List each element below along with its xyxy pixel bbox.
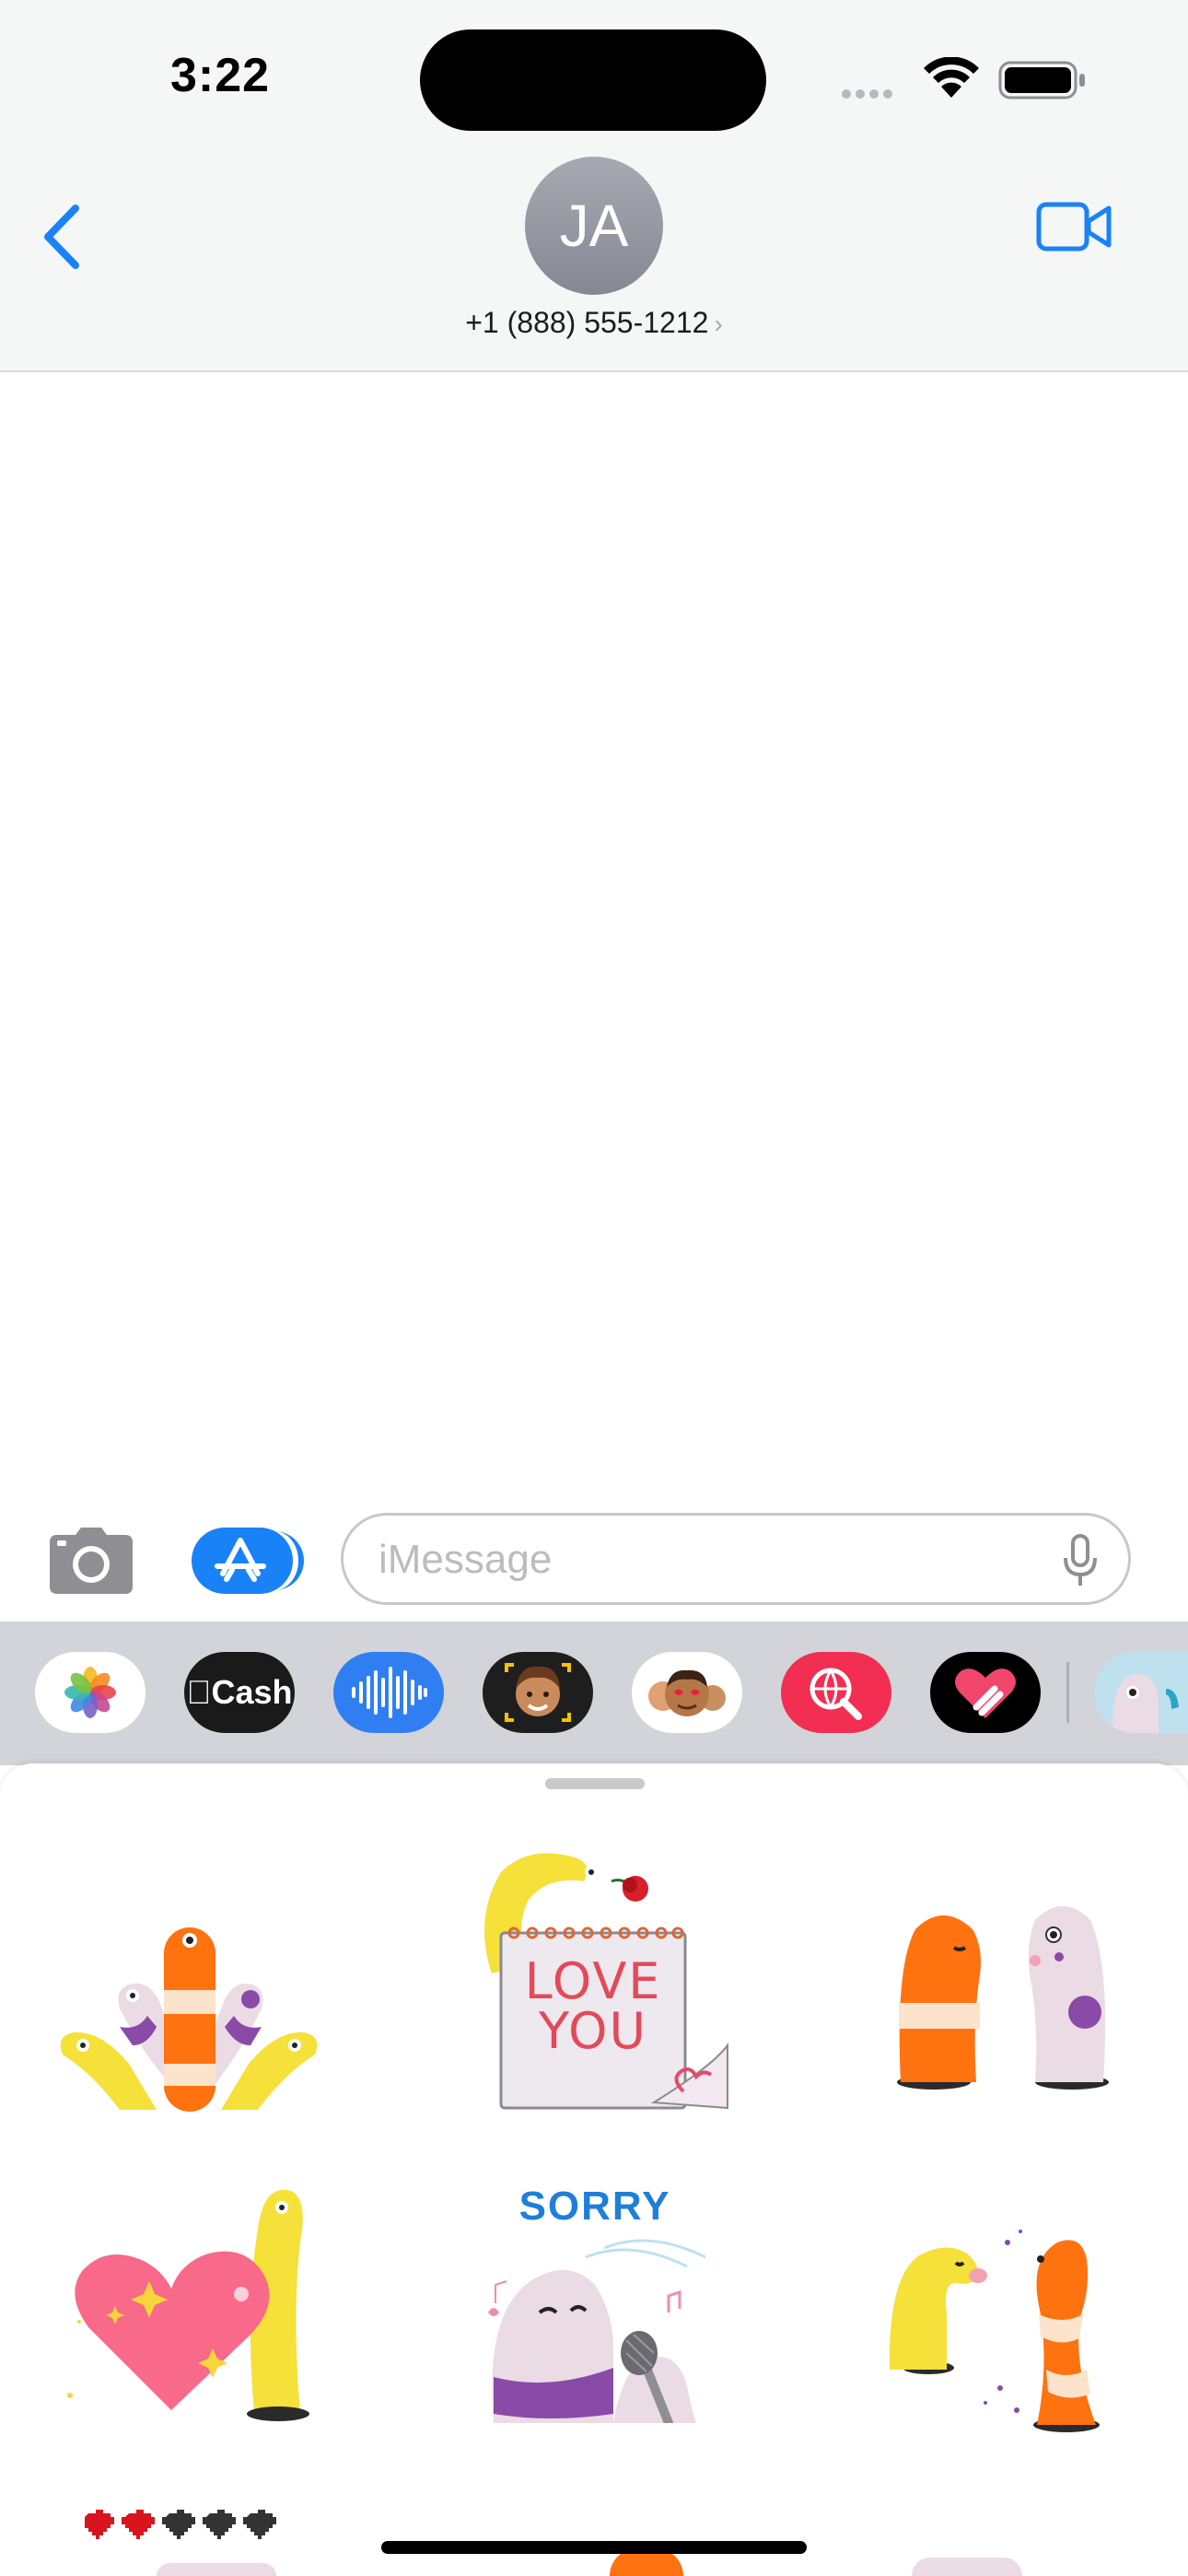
sticker-heart-eel[interactable] [61,2174,328,2423]
sticker-love-you[interactable]: LOVE YOU [473,1844,731,2112]
memoji-icon [505,1663,571,1722]
sticker-eels-blowing-kiss[interactable] [882,2222,1122,2434]
contact-name: +1 (888) 555-1212 [465,306,709,339]
sticker-partial-pink [157,2563,276,2576]
digital-touch-app-button[interactable] [930,1652,1041,1733]
drawer-divider [1066,1662,1069,1723]
conversation-header: 3:22 JA +1 (888) 555-1212 › [0,0,1188,372]
app-store-icon [215,1538,266,1582]
sorry-artwork [488,2239,706,2423]
love-line-2: YOU [538,2002,648,2060]
video-call-button[interactable] [1035,199,1112,254]
wifi-icon [924,57,979,98]
sheet-grabber[interactable] [545,1778,645,1789]
app-store-button[interactable] [192,1528,304,1594]
sticker-eel-group[interactable] [55,1907,322,2119]
status-time: 3:22 [170,49,271,102]
apple-cash-app-button[interactable]: Cash [184,1652,295,1733]
photos-icon [64,1667,116,1718]
love-line-1: LOVE [524,1952,662,2010]
sticker-sorry-singing[interactable]: SORRY [475,2184,733,2423]
sticker-hearts-row[interactable] [85,2506,287,2543]
contact-name-row[interactable]: +1 (888) 555-1212 › [0,306,1188,340]
cash-label: Cash [198,1673,292,1711]
contact-avatar[interactable]: JA [525,157,663,295]
back-button[interactable] [41,203,85,271]
sticker-pack-icon [1112,1673,1179,1733]
cellular-signal-icon [842,87,897,103]
memoji-app-button[interactable] [483,1652,593,1733]
message-input[interactable] [377,1530,1007,1589]
microphone-button[interactable] [1062,1534,1099,1587]
imessage-app-drawer: Cash [0,1622,1188,1765]
sticker-partial-pink-2 [912,2558,1022,2576]
memoji-stickers-icon [648,1669,726,1716]
dynamic-island [420,29,766,131]
sticker-eels-kissing[interactable] [869,1892,1136,2095]
sticker-pack-app-button[interactable] [1094,1652,1188,1733]
home-indicator[interactable] [381,2541,807,2554]
chevron-right-icon: › [714,310,723,338]
camera-button[interactable] [48,1526,134,1596]
audio-waveform-icon [352,1667,427,1718]
audio-app-button[interactable] [333,1652,444,1733]
heart-touch-icon [955,1669,1016,1718]
sorry-text: SORRY [518,2184,671,2229]
memoji-stickers-app-button[interactable] [632,1652,742,1733]
love-you-text: LOVE YOU [510,1957,676,2056]
images-search-app-button[interactable] [781,1652,891,1733]
message-field[interactable] [341,1513,1131,1605]
battery-icon [998,61,1085,100]
apple-cash-icon:  [186,1673,211,1711]
photos-app-button[interactable] [35,1652,146,1733]
globe-search-icon [809,1668,862,1720]
